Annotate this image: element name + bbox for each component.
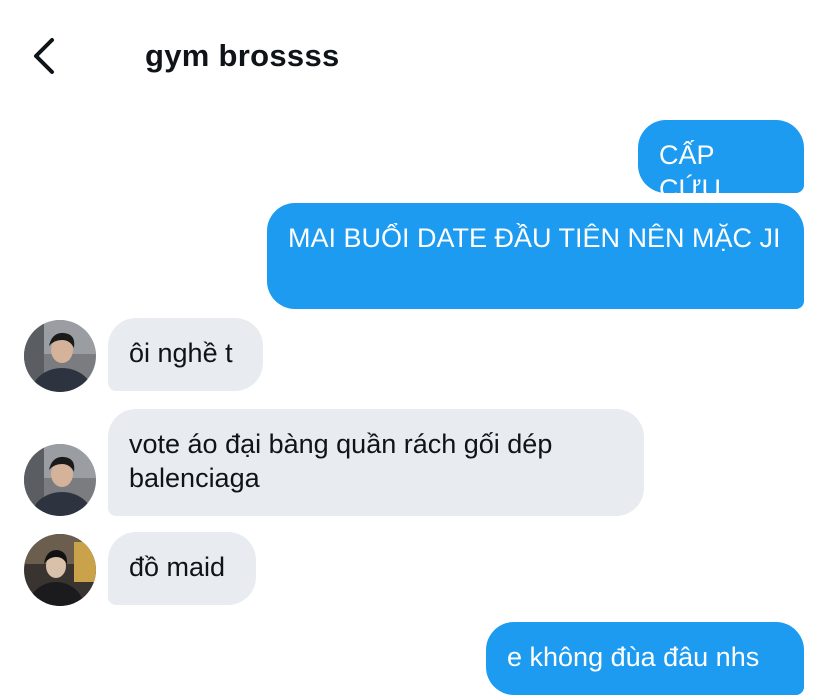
chevron-left-icon: [34, 38, 54, 74]
avatar-photo: [24, 444, 96, 516]
avatar-photo: [24, 534, 96, 606]
conversation-title: gym brossss: [145, 38, 340, 73]
message-bubble[interactable]: CẤP CỨU: [638, 120, 804, 204]
message-bubble[interactable]: vote áo đại bàng quần rách gối dép balen…: [108, 409, 644, 516]
avatar-photo: [24, 320, 96, 392]
message-bubble[interactable]: ôi nghề t: [108, 318, 263, 391]
conversation-header: gym brossss: [0, 0, 828, 110]
message-bubble[interactable]: đồ maid: [108, 532, 256, 605]
back-button[interactable]: [24, 34, 68, 78]
message-bubble[interactable]: e không đùa đâu nhs: [486, 622, 804, 695]
avatar[interactable]: [24, 534, 96, 606]
message-bubble[interactable]: MAI BUỔI DATE ĐẦU TIÊN NÊN MẶC JI: [267, 203, 804, 309]
avatar[interactable]: [24, 320, 96, 392]
avatar[interactable]: [24, 444, 96, 516]
